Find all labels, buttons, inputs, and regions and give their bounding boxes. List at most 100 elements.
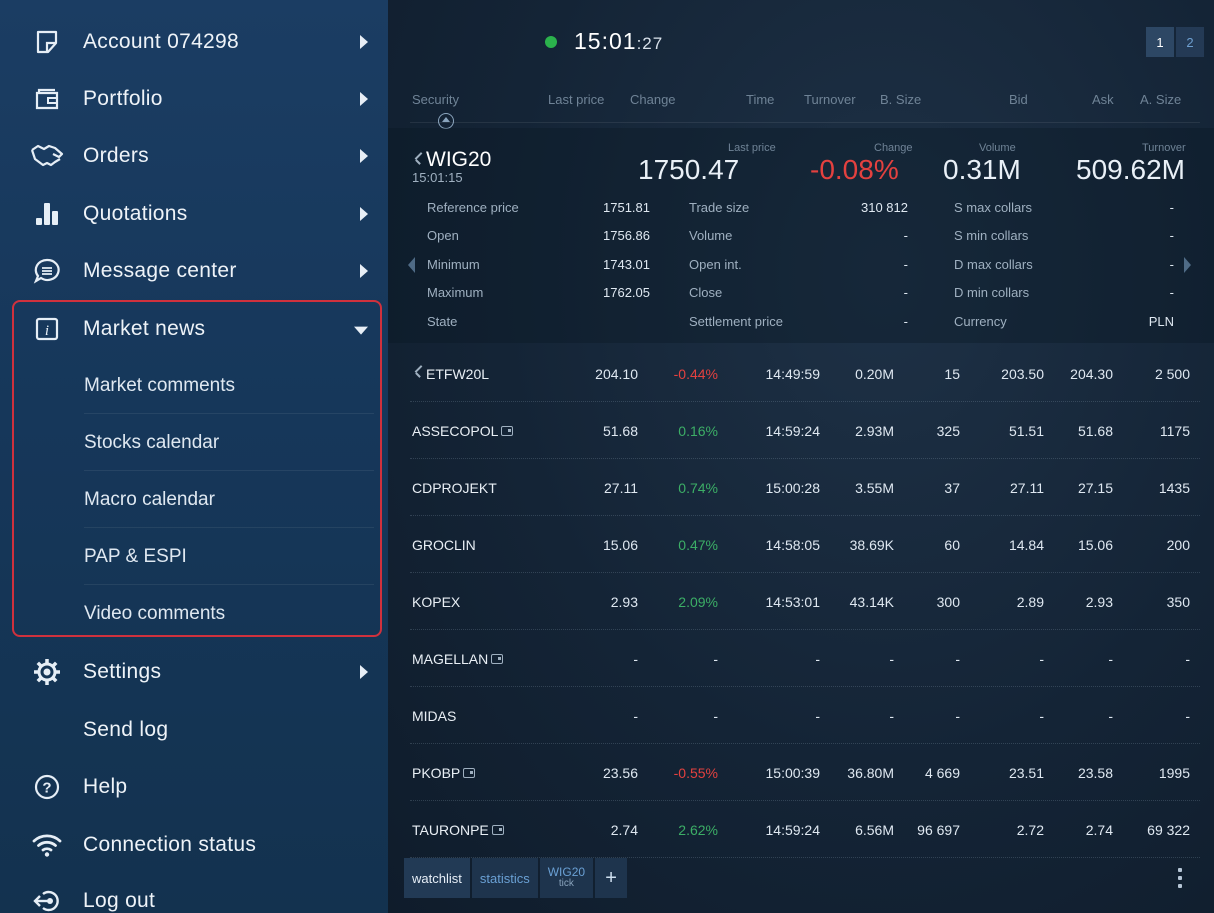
- cell-change: -0.55%: [673, 764, 718, 781]
- menu-settings[interactable]: Settings: [0, 643, 388, 701]
- detail-label: State: [427, 314, 458, 329]
- detail-label: Maximum: [427, 285, 484, 300]
- cell-bsize: 96 697: [917, 821, 960, 838]
- tab-statistics[interactable]: statistics: [471, 858, 538, 898]
- cell-bid: 51.51: [1008, 422, 1044, 439]
- chevron-right-icon: [360, 264, 368, 278]
- submenu-market-comments[interactable]: Market comments: [0, 357, 388, 414]
- instrument-name-text: WIG20: [426, 148, 492, 171]
- chevron-right-icon: [360, 149, 368, 163]
- column-header-ask[interactable]: Ask: [1092, 92, 1114, 107]
- submenu-label: Market comments: [84, 374, 235, 396]
- previous-arrow-icon[interactable]: [408, 257, 415, 273]
- next-arrow-icon[interactable]: [1184, 257, 1191, 273]
- menu-message-center[interactable]: Message center: [0, 242, 388, 300]
- submenu-pap-espi[interactable]: PAP & ESPI: [0, 528, 388, 585]
- detail-label: S min collars: [954, 228, 1029, 243]
- security-symbol-text: CDPROJEKT: [412, 479, 497, 496]
- add-tab-button[interactable]: +: [595, 858, 628, 898]
- detail-value: -: [903, 285, 908, 300]
- page-2-button[interactable]: 2: [1176, 27, 1204, 57]
- detail-label: Volume: [689, 228, 733, 243]
- detail-label: Open: [427, 228, 459, 243]
- cell-ask: -: [1108, 707, 1113, 724]
- submenu-macro-calendar[interactable]: Macro calendar: [0, 471, 388, 528]
- more-options-icon[interactable]: [1178, 868, 1184, 890]
- cell-time: 15:00:28: [765, 479, 821, 496]
- detail-label: D min collars: [954, 285, 1030, 300]
- menu-market-news[interactable]: i Market news: [0, 300, 388, 358]
- menu-label: Log out: [83, 889, 156, 912]
- cell-change: 0.47%: [678, 536, 718, 553]
- cell-time: -: [815, 707, 820, 724]
- menu-account[interactable]: Account 074298: [0, 13, 388, 71]
- cell-bsize: 37: [944, 479, 960, 496]
- menu-quotations[interactable]: Quotations: [0, 185, 388, 243]
- divider: [410, 122, 1200, 123]
- cell-asize: 1175: [1159, 422, 1190, 439]
- column-header-security[interactable]: Security: [412, 92, 459, 107]
- tab-wig20-tick[interactable]: WIG20 tick: [539, 858, 594, 898]
- menu-log-out[interactable]: Log out: [0, 872, 388, 913]
- cell-change: -: [713, 650, 718, 667]
- chevron-right-icon: [360, 665, 368, 679]
- menu-portfolio[interactable]: Portfolio: [0, 70, 388, 128]
- menu-help[interactable]: ? Help: [0, 758, 388, 816]
- detail-value: -: [1169, 285, 1174, 300]
- cell-turnover: 38.69K: [849, 536, 894, 553]
- cell-ask: 2.93: [1085, 593, 1113, 610]
- column-header-b-size[interactable]: B. Size: [880, 92, 921, 107]
- column-header-last-price[interactable]: Last price: [548, 92, 604, 107]
- chevron-right-icon: [360, 207, 368, 221]
- cell-turnover: -: [889, 650, 894, 667]
- tab-watchlist[interactable]: watchlist: [404, 858, 470, 898]
- column-header-change[interactable]: Change: [630, 92, 676, 107]
- detail-value: 1756.86: [603, 228, 650, 243]
- security-symbol: PKOBP: [412, 765, 476, 781]
- table-row[interactable]: GROCLIN 15.06 0.47% 14:58:05 38.69K 60 14.84 15…: [388, 516, 1214, 573]
- menu-label: Settings: [83, 660, 162, 683]
- handshake-icon: [30, 139, 64, 173]
- cell-ask: 23.58: [1077, 764, 1113, 781]
- column-header-turnover[interactable]: Turnover: [804, 92, 856, 107]
- column-header-bid[interactable]: Bid: [1009, 92, 1028, 107]
- security-symbol: KOPEX: [412, 594, 460, 610]
- table-row[interactable]: ASSECOPOL 51.68 0.16% 14:59:24 2.93M 325 51.51…: [388, 402, 1214, 459]
- table-row[interactable]: MAGELLAN - - - - - - - -: [388, 630, 1214, 687]
- menu-connection-status[interactable]: Connection status: [0, 816, 388, 874]
- page-1-button[interactable]: 1: [1146, 27, 1174, 57]
- submenu-video-comments[interactable]: Video comments: [0, 585, 388, 642]
- sort-ascending-icon[interactable]: [438, 113, 454, 129]
- table-row[interactable]: PKOBP 23.56 -0.55% 15:00:39 36.80M 4 669 23.51…: [388, 744, 1214, 801]
- menu-send-log[interactable]: Send log: [0, 701, 388, 759]
- security-symbol: MIDAS: [412, 708, 456, 724]
- security-symbol: GROCLIN: [412, 537, 476, 553]
- cell-asize: -: [1185, 707, 1190, 724]
- table-row[interactable]: CDPROJEKT 27.11 0.74% 15:00:28 3.55M 37 27.11 2…: [388, 459, 1214, 516]
- detail-label: Minimum: [427, 257, 480, 272]
- tab-sublabel: tick: [558, 878, 574, 889]
- security-symbol: ASSECOPOL: [412, 422, 514, 439]
- submenu-stocks-calendar[interactable]: Stocks calendar: [0, 414, 388, 471]
- cell-bsize: -: [955, 707, 960, 724]
- column-header-time[interactable]: Time: [746, 92, 774, 107]
- security-symbol-text: ASSECOPOL: [412, 422, 499, 439]
- wallet-icon: [463, 767, 476, 778]
- table-row[interactable]: ETFW20L 204.10 -0.44% 14:49:59 0.20M 15 203.50…: [388, 345, 1214, 402]
- detail-value: -: [903, 314, 908, 329]
- table-row[interactable]: MIDAS - - - - - - - -: [388, 687, 1214, 744]
- cell-last: 27.11: [604, 479, 638, 496]
- detail-label: Currency: [954, 314, 1007, 329]
- detail-value: 1743.01: [603, 257, 650, 272]
- menu-orders[interactable]: Orders: [0, 127, 388, 185]
- column-header-a-size[interactable]: A. Size: [1140, 92, 1181, 107]
- table-row[interactable]: TAURONPE 2.74 2.62% 14:59:24 6.56M 96 697 2.72…: [388, 801, 1214, 858]
- detail-label: Reference price: [427, 200, 519, 215]
- svg-text:?: ?: [42, 780, 51, 797]
- table-row[interactable]: KOPEX 2.93 2.09% 14:53:01 43.14K 300 2.89 2.93 3…: [388, 573, 1214, 630]
- cell-change: -0.44%: [673, 365, 718, 382]
- menu-label: Orders: [83, 144, 149, 167]
- wallet-icon: [30, 82, 64, 116]
- cell-time: 14:59:24: [765, 422, 821, 439]
- wallet-icon: [491, 653, 504, 664]
